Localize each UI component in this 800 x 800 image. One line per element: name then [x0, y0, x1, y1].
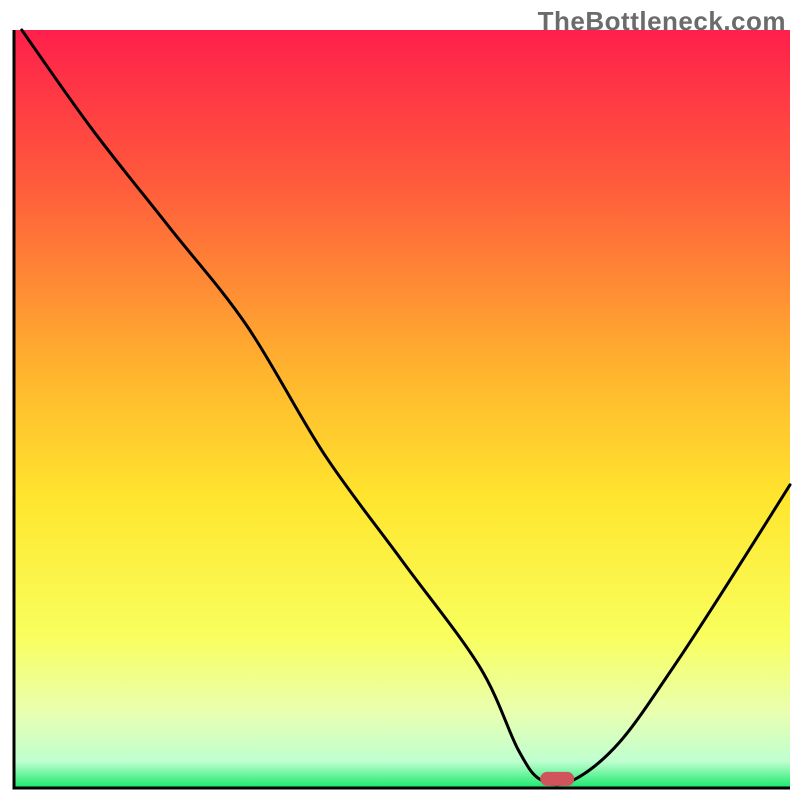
bottleneck-chart: TheBottleneck.com: [0, 0, 800, 800]
chart-canvas: [0, 0, 800, 800]
optimal-point-marker: [540, 772, 574, 786]
plot-background: [14, 30, 790, 788]
